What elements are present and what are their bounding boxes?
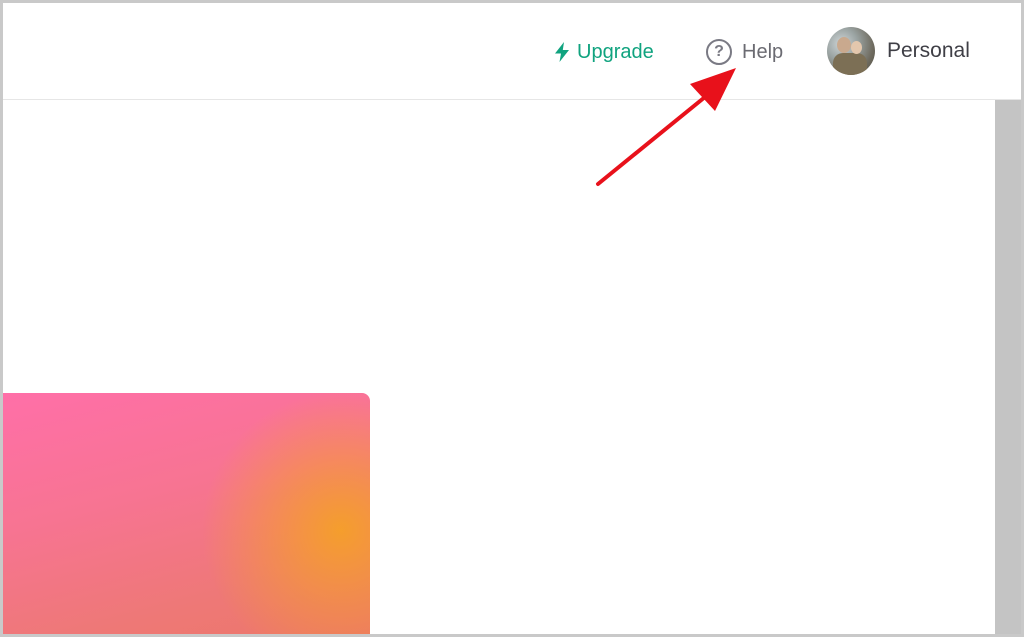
avatar-face	[851, 41, 862, 54]
help-button[interactable]: ? Help	[706, 38, 783, 66]
help-label: Help	[742, 40, 784, 63]
upgrade-label: Upgrade	[577, 40, 654, 63]
avatar	[827, 27, 875, 75]
account-name: Personal	[887, 39, 970, 62]
vertical-scrollbar[interactable]	[995, 100, 1021, 634]
gradient-card[interactable]	[3, 393, 370, 634]
upgrade-button[interactable]: Upgrade	[554, 38, 654, 66]
top-navigation-bar: Upgrade ? Help Personal	[3, 3, 1021, 100]
avatar-face	[837, 37, 851, 53]
avatar-figure	[833, 53, 867, 75]
account-menu-button[interactable]: Personal	[827, 26, 970, 76]
app-window: Upgrade ? Help Personal	[0, 0, 1024, 637]
lightning-bolt-icon	[555, 42, 569, 62]
question-circle-icon: ?	[706, 39, 732, 65]
